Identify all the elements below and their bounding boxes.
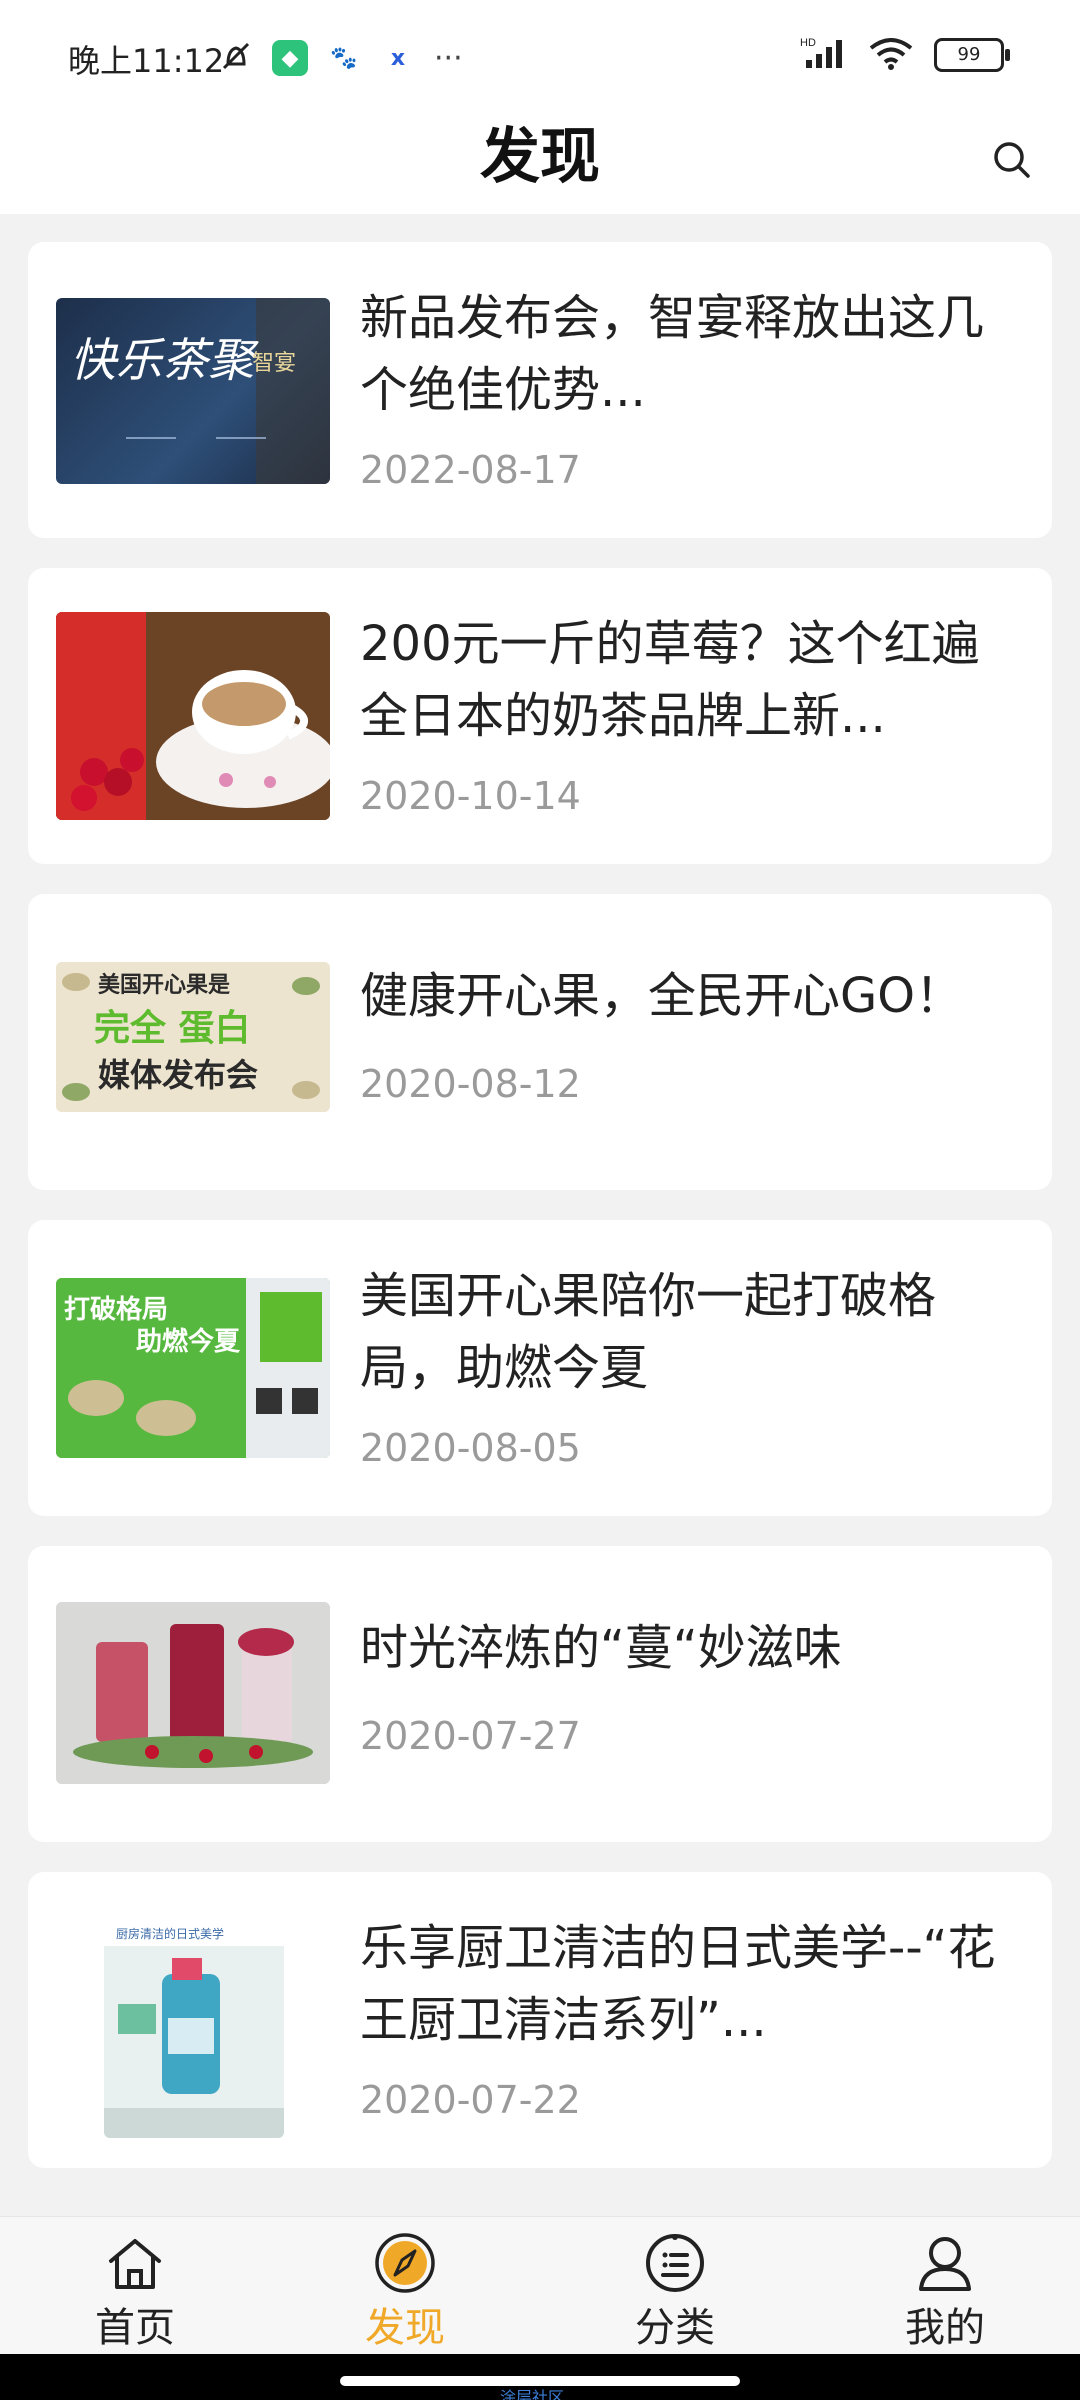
article-date: 2020-08-12 [360, 1062, 581, 1106]
article-thumbnail [56, 1602, 330, 1784]
search-icon [994, 142, 1030, 178]
thumb-line1: 美国开心果是 [98, 972, 230, 998]
network-type: HD [800, 37, 816, 49]
status-time: 晚上11:12 [68, 42, 225, 80]
tab-category[interactable]: 分类 [540, 2217, 810, 2355]
article-title: 健康开心果，全民开心GO！ [360, 968, 963, 1024]
article-card[interactable]: 厨房清洁的日式美学 乐享厨卫清洁的日式美学--“花王厨卫清洁系列”... 202… [28, 1872, 1052, 2168]
wifi-icon [868, 36, 914, 74]
thumb-brand: 智宴 [252, 351, 296, 376]
tab-label: 分类 [635, 2305, 715, 2351]
category-icon [646, 2234, 704, 2292]
thumb-line2: 完全 蛋白 [94, 1007, 251, 1049]
article-card[interactable]: 打破格局 助燃今夏 美国开心果陪你一起打破格局，助燃今夏 2020-08-05 [28, 1220, 1052, 1516]
thumb-line1: 打破格局 [64, 1294, 168, 1325]
article-title: 新品发布会，智宴释放出这几个绝佳优势... [360, 290, 985, 418]
page-title: 发现 [480, 122, 600, 192]
article-thumbnail [56, 612, 330, 820]
article-thumbnail: 快乐茶聚 智宴 [56, 298, 330, 484]
watermark: 涂层社区 [500, 2388, 565, 2400]
tab-discover[interactable]: 发现 [270, 2217, 540, 2355]
x-app-icon: x [380, 40, 416, 76]
article-date: 2022-08-17 [360, 448, 581, 492]
tab-label: 发现 [365, 2305, 445, 2351]
tab-home[interactable]: 首页 [0, 2217, 270, 2355]
page-header: 发现 [0, 110, 1080, 214]
search-button[interactable] [982, 130, 1042, 190]
baidu-app-icon: 🐾 [326, 40, 362, 76]
article-date: 2020-08-05 [360, 1426, 581, 1470]
article-thumbnail: 打破格局 助燃今夏 [56, 1278, 330, 1458]
article-card[interactable]: 时光淬炼的“蔓“妙滋味 2020-07-27 [28, 1546, 1052, 1842]
tab-label: 首页 [95, 2305, 175, 2351]
mute-icon [218, 38, 254, 78]
gesture-area: 涂层社区 [0, 2354, 1080, 2400]
status-system: HD 99 [800, 36, 1010, 74]
article-title: 美国开心果陪你一起打破格局，助燃今夏 [360, 1268, 937, 1396]
article-date: 2020-07-22 [360, 2078, 581, 2122]
article-card[interactable]: 快乐茶聚 智宴 新品发布会，智宴释放出这几个绝佳优势... 2022-08-17 [28, 242, 1052, 538]
article-list: 快乐茶聚 智宴 新品发布会，智宴释放出这几个绝佳优势... 2022-08-17 [28, 242, 1052, 2216]
thumb-header: 厨房清洁的日式美学 [116, 1926, 224, 1941]
tab-label: 我的 [905, 2305, 985, 2351]
article-date: 2020-10-14 [360, 774, 581, 818]
thumb-line3: 媒体发布会 [98, 1056, 258, 1094]
battery-indicator: 99 [934, 38, 1010, 72]
article-card[interactable]: 200元一斤的草莓？这个红遍全日本的奶茶品牌上新... 2020-10-14 [28, 568, 1052, 864]
article-thumbnail: 美国开心果是 完全 蛋白 媒体发布会 [56, 962, 330, 1112]
thumb-slogan: 快乐茶聚 [70, 333, 259, 387]
article-thumbnail: 厨房清洁的日式美学 [104, 1908, 284, 2138]
thumb-line2: 助燃今夏 [136, 1326, 241, 1357]
article-card[interactable]: 美国开心果是 完全 蛋白 媒体发布会 健康开心果，全民开心GO！ 2020-08… [28, 894, 1052, 1190]
more-notifications-icon: ··· [434, 40, 463, 76]
status-notifications: ◆ 🐾 x ··· [218, 38, 463, 78]
signal-icon: HD [800, 36, 848, 74]
article-title: 200元一斤的草莓？这个红遍全日本的奶茶品牌上新... [360, 616, 980, 744]
status-bar: 晚上11:12 ◆ 🐾 x ··· HD 99 [0, 0, 1080, 110]
screen: 晚上11:12 ◆ 🐾 x ··· HD 99 发现 快乐茶聚 智宴 新品发布会… [0, 0, 1080, 2400]
user-icon [919, 2237, 971, 2291]
home-icon [109, 2239, 161, 2289]
article-date: 2020-07-27 [360, 1714, 581, 1758]
bottom-tab-bar: 首页 发现 分类 我的 [0, 2216, 1080, 2355]
article-title: 时光淬炼的“蔓“妙滋味 [360, 1620, 842, 1676]
tab-profile[interactable]: 我的 [810, 2217, 1080, 2355]
compass-icon [375, 2233, 435, 2293]
shield-app-icon: ◆ [272, 40, 308, 76]
article-title: 乐享厨卫清洁的日式美学--“花王厨卫清洁系列”... [360, 1920, 996, 2048]
